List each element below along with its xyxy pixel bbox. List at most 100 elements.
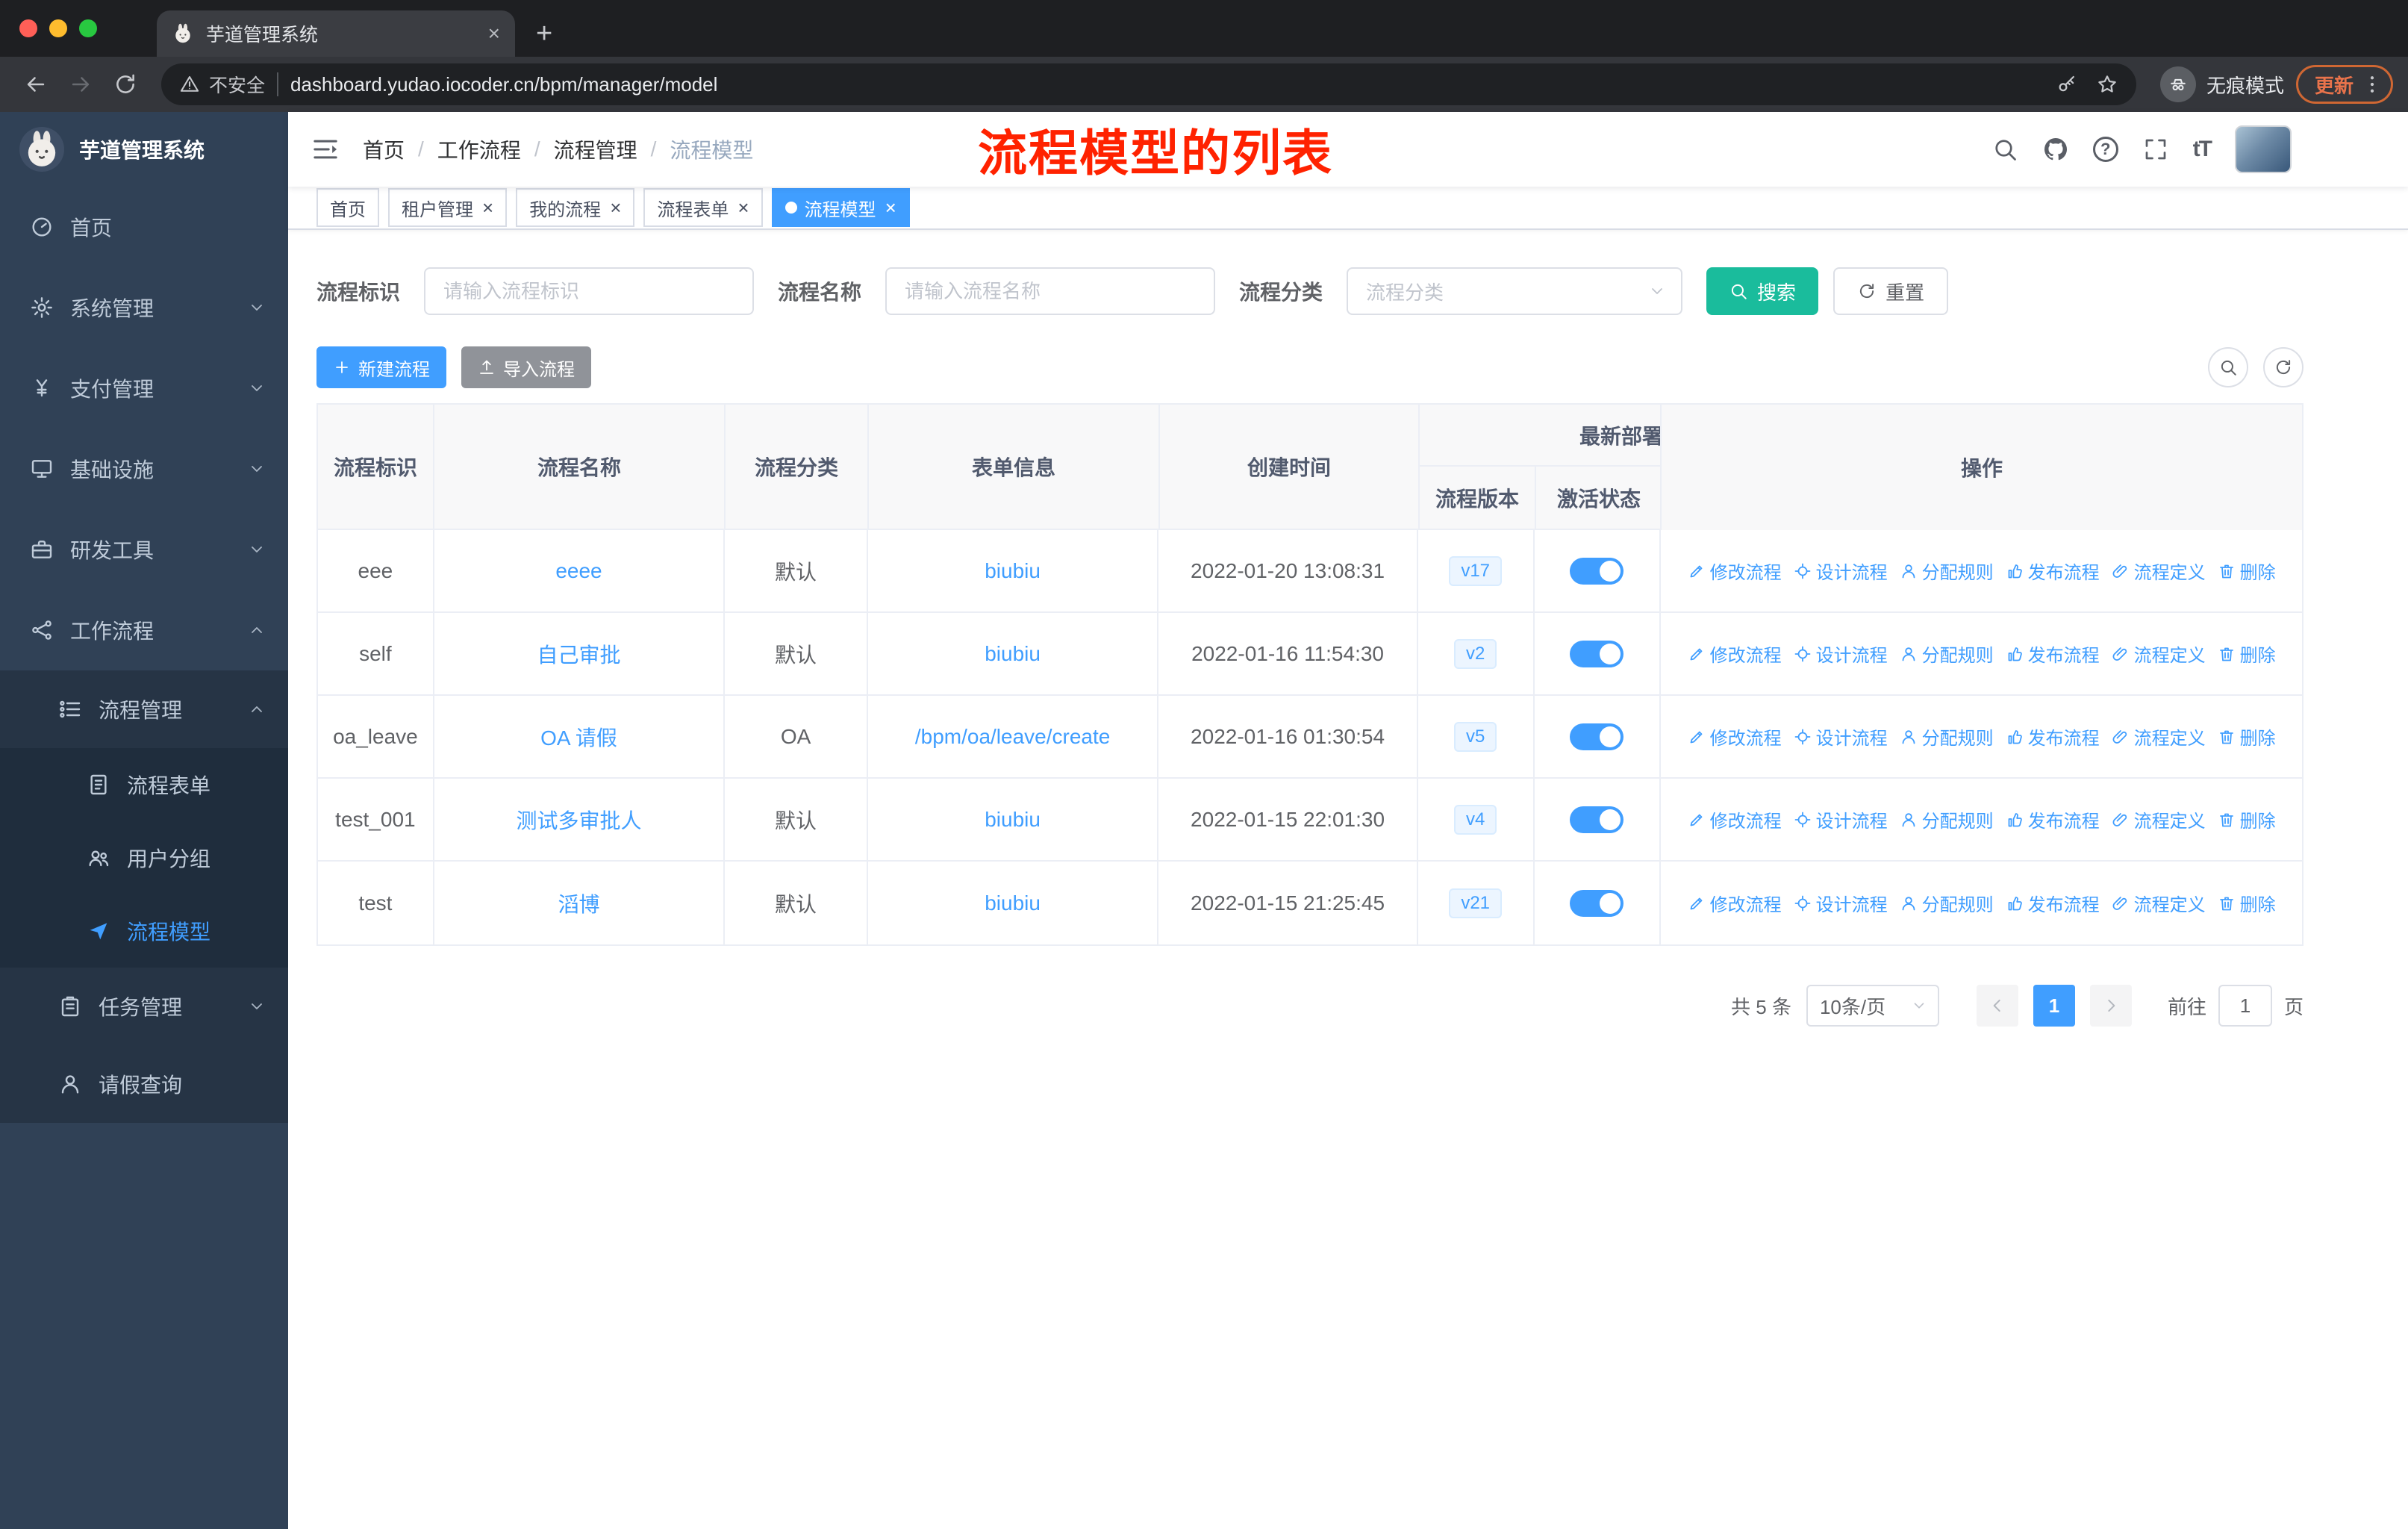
category-select[interactable]: 流程分类 (1347, 267, 1683, 315)
page-size-select[interactable]: 10条/页 (1806, 985, 1939, 1027)
active-toggle[interactable] (1570, 806, 1624, 833)
active-toggle[interactable] (1570, 640, 1624, 667)
process-name-link[interactable]: 测试多审批人 (516, 805, 641, 835)
close-icon[interactable]: × (737, 198, 749, 217)
breadcrumb-item[interactable]: 首页 (363, 134, 405, 164)
minimize-window-button[interactable] (49, 19, 67, 37)
design-process-link[interactable]: 设计流程 (1794, 558, 1888, 584)
assign-rule-link[interactable]: 分配规则 (1900, 723, 1994, 750)
current-page[interactable]: 1 (2033, 985, 2075, 1027)
hamburger-icon[interactable] (288, 112, 363, 187)
delete-link[interactable]: 删除 (2218, 641, 2276, 667)
font-size-icon[interactable]: tT (2193, 137, 2212, 162)
app-logo[interactable]: 芋道管理系统 (0, 112, 288, 187)
active-toggle[interactable] (1570, 723, 1624, 750)
create-process-button[interactable]: 新建流程 (316, 346, 446, 388)
assign-rule-link[interactable]: 分配规则 (1900, 890, 1994, 916)
process-definition-link[interactable]: 流程定义 (2112, 558, 2206, 584)
user-avatar[interactable] (2235, 125, 2292, 173)
process-definition-link[interactable]: 流程定义 (2112, 641, 2206, 667)
tag-home[interactable]: 首页 (316, 188, 379, 227)
process-definition-link[interactable]: 流程定义 (2112, 723, 2206, 750)
active-toggle[interactable] (1570, 557, 1624, 585)
close-icon[interactable]: × (885, 198, 896, 217)
forward-button[interactable] (60, 63, 102, 105)
tag-my-process[interactable]: 我的流程 × (516, 188, 635, 227)
reload-button[interactable] (105, 63, 146, 105)
sidebar-item-payment-management[interactable]: 支付管理 (0, 348, 288, 429)
close-window-button[interactable] (19, 19, 37, 37)
breadcrumb-item[interactable]: 流程管理 (554, 134, 637, 164)
sidebar-item-workflow[interactable]: 工作流程 (0, 590, 288, 670)
close-icon[interactable]: × (482, 198, 493, 217)
modify-process-link[interactable]: 修改流程 (1688, 890, 1782, 916)
form-link[interactable]: /bpm/oa/leave/create (915, 725, 1111, 749)
design-process-link[interactable]: 设计流程 (1794, 806, 1888, 832)
publish-process-link[interactable]: 发布流程 (2006, 890, 2100, 916)
modify-process-link[interactable]: 修改流程 (1688, 558, 1782, 584)
search-button[interactable]: 搜索 (1706, 267, 1819, 315)
sidebar-item-leave-query[interactable]: 请假查询 (0, 1045, 288, 1123)
delete-link[interactable]: 删除 (2218, 890, 2276, 916)
bookmark-star-icon[interactable] (2096, 73, 2118, 96)
sidebar-item-user-group[interactable]: 用户分组 (0, 821, 288, 894)
sidebar-item-system-management[interactable]: 系统管理 (0, 267, 288, 348)
process-name-link[interactable]: 自己审批 (537, 639, 620, 669)
form-link[interactable]: biubiu (985, 808, 1041, 832)
prev-page-button[interactable] (1976, 985, 2018, 1027)
process-definition-link[interactable]: 流程定义 (2112, 890, 2206, 916)
next-page-button[interactable] (2089, 985, 2132, 1027)
publish-process-link[interactable]: 发布流程 (2006, 723, 2100, 750)
security-indicator[interactable]: 不安全 (179, 71, 265, 98)
url-field[interactable]: 不安全 dashboard.yudao.iocoder.cn/bpm/manag… (161, 63, 2136, 105)
process-name-link[interactable]: eeee (555, 559, 602, 583)
design-process-link[interactable]: 设计流程 (1794, 723, 1888, 750)
process-key-input[interactable] (424, 267, 755, 315)
tag-process-form[interactable]: 流程表单 × (643, 188, 763, 227)
assign-rule-link[interactable]: 分配规则 (1900, 641, 1994, 667)
tag-tenant-management[interactable]: 租户管理 × (388, 188, 508, 227)
sidebar-item-dev-tools[interactable]: 研发工具 (0, 509, 288, 590)
design-process-link[interactable]: 设计流程 (1794, 641, 1888, 667)
delete-link[interactable]: 删除 (2218, 723, 2276, 750)
form-link[interactable]: biubiu (985, 891, 1041, 915)
kebab-menu-icon[interactable] (2361, 73, 2383, 96)
search-icon[interactable] (1991, 136, 2018, 163)
sidebar-item-task-management[interactable]: 任务管理 (0, 968, 288, 1045)
process-name-link[interactable]: OA 请假 (540, 722, 617, 752)
delete-link[interactable]: 删除 (2218, 806, 2276, 832)
new-tab-button[interactable]: + (536, 19, 552, 48)
publish-process-link[interactable]: 发布流程 (2006, 806, 2100, 832)
sidebar-item-process-form[interactable]: 流程表单 (0, 748, 288, 821)
modify-process-link[interactable]: 修改流程 (1688, 806, 1782, 832)
goto-page-input[interactable] (2218, 985, 2272, 1027)
process-name-input[interactable] (885, 267, 1216, 315)
publish-process-link[interactable]: 发布流程 (2006, 641, 2100, 667)
back-button[interactable] (15, 63, 57, 105)
modify-process-link[interactable]: 修改流程 (1688, 641, 1782, 667)
assign-rule-link[interactable]: 分配规则 (1900, 558, 1994, 584)
password-key-icon[interactable] (2056, 73, 2078, 96)
breadcrumb-item[interactable]: 工作流程 (437, 134, 521, 164)
process-definition-link[interactable]: 流程定义 (2112, 806, 2206, 832)
browser-update-button[interactable]: 更新 (2295, 65, 2393, 104)
sidebar-item-home[interactable]: 首页 (0, 187, 288, 267)
process-name-link[interactable]: 滔博 (558, 888, 599, 918)
assign-rule-link[interactable]: 分配规则 (1900, 806, 1994, 832)
sidebar-item-process-management[interactable]: 流程管理 (0, 670, 288, 748)
help-icon[interactable]: ? (2092, 137, 2118, 162)
sidebar-item-process-model[interactable]: 流程模型 (0, 894, 288, 968)
reset-button[interactable]: 重置 (1833, 267, 1949, 315)
active-toggle[interactable] (1570, 889, 1624, 917)
form-link[interactable]: biubiu (985, 642, 1041, 666)
form-link[interactable]: biubiu (985, 559, 1041, 583)
fullscreen-icon[interactable] (2142, 136, 2169, 163)
tab-close-icon[interactable]: × (488, 22, 500, 46)
browser-tab[interactable]: 芋道管理系统 × (157, 10, 515, 57)
github-icon[interactable] (2042, 136, 2069, 163)
close-icon[interactable]: × (610, 198, 621, 217)
toggle-search-button[interactable] (2208, 347, 2248, 387)
publish-process-link[interactable]: 发布流程 (2006, 558, 2100, 584)
delete-link[interactable]: 删除 (2218, 558, 2276, 584)
design-process-link[interactable]: 设计流程 (1794, 890, 1888, 916)
